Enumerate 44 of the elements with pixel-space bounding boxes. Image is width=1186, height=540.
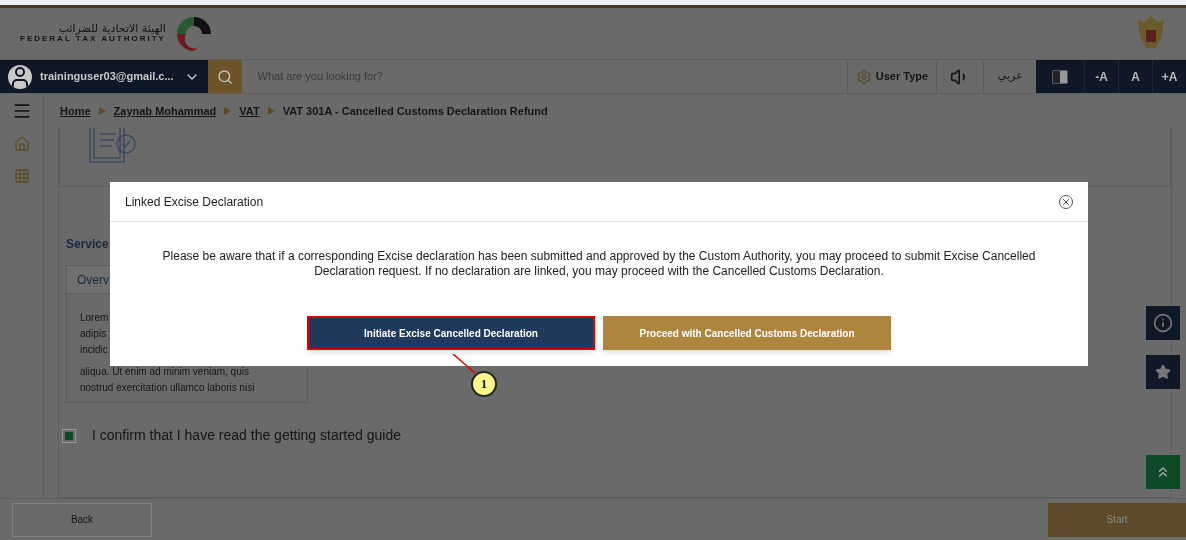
breadcrumb-link[interactable]: Home <box>60 102 91 120</box>
search-icon <box>216 68 233 85</box>
overview-text: adipis <box>80 327 108 341</box>
contrast-icon <box>1052 69 1069 84</box>
font-size-button[interactable]: -A <box>1084 60 1119 93</box>
font-size-button[interactable]: +A <box>1152 60 1186 93</box>
close-icon <box>1061 196 1071 207</box>
overview-text: incidic <box>80 343 109 357</box>
breadcrumb-current: VAT 301A - Cancelled Customs Declaration Refund <box>282 103 548 119</box>
logo-text: FEDERAL TAX AUTHORITY <box>20 34 166 44</box>
info-button[interactable] <box>1146 306 1180 340</box>
star-icon <box>1155 364 1171 380</box>
search-button[interactable] <box>207 60 242 93</box>
user-avatar-icon <box>8 64 32 89</box>
overview-text: Lorem <box>80 311 110 325</box>
leader-line <box>452 354 476 374</box>
callout-number: 1 <box>471 371 497 397</box>
breadcrumb-link[interactable]: VAT <box>239 102 260 120</box>
confirm-checkbox[interactable] <box>62 428 76 443</box>
dialog-message: Please be aware that if a corresponding Excise declaration has been submitted and approved by the Custom Authority, you may proceed to submit Excise Cancelled Declaration request. If no declaration are linked, you may proceed with the Cancelled Customs Declaration. <box>161 248 1037 279</box>
proceed-button[interactable]: Proceed with Cancelled Customs Declaration <box>603 316 891 350</box>
breadcrumb-arrow-icon <box>224 107 232 115</box>
favorite-button[interactable] <box>1146 355 1180 389</box>
initiate-button[interactable]: Initiate Excise Cancelled Declaration <box>307 316 595 350</box>
section-title: Service <box>66 236 110 253</box>
logo-arabic-text: الهيئة الاتحادية للضرائب <box>58 23 166 34</box>
user-type-button[interactable]: User Type <box>846 60 937 93</box>
grid-icon <box>13 168 30 184</box>
dialog-title: Linked Excise Declaration <box>125 193 264 211</box>
breadcrumb-arrow-icon <box>267 107 275 115</box>
back-button[interactable]: Back <box>12 502 152 537</box>
gear-icon <box>855 68 872 85</box>
info-icon <box>1153 313 1173 333</box>
user-dropdown[interactable]: traininguser03@gmail.c... <box>0 60 208 93</box>
font-size-button[interactable]: A <box>1118 60 1153 93</box>
contrast-button[interactable] <box>1036 60 1085 93</box>
home-icon <box>13 136 30 152</box>
breadcrumb-arrow-icon <box>98 107 106 115</box>
confirm-label: I confirm that I have read the getting started guide <box>92 426 401 445</box>
start-button[interactable]: Start <box>1048 502 1186 537</box>
breadcrumb-link[interactable]: Zaynab Mohammad <box>113 102 217 120</box>
overview-text: nostrud exercitation ullamco laboris nisi <box>80 381 256 395</box>
overview-text: aliqua. Ut enim ad minim veniam, quis <box>80 365 250 379</box>
scroll-up-button[interactable] <box>1146 455 1180 489</box>
